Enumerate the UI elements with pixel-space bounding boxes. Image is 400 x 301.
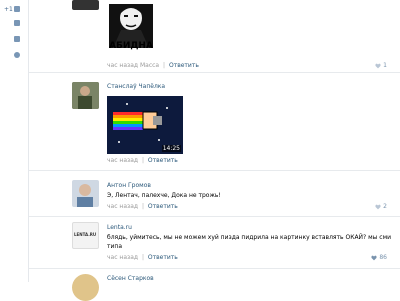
avatar[interactable] [72,180,99,207]
author-name[interactable]: Сёсен Старков [107,275,154,282]
timestamp[interactable]: час назад [107,203,138,210]
video-duration: 14:25 [161,145,181,152]
photo-icon[interactable] [14,20,20,26]
author-name[interactable]: Антон Громов [107,182,151,189]
separator: | [141,157,144,164]
like-button[interactable]: 1 [375,62,387,69]
like-count: 2 [383,203,387,210]
reply-link[interactable]: Ответить [169,62,199,69]
timestamp[interactable]: час назад [107,157,138,164]
comment-text: Э, Лентач, палехче, Дока не трожь! [107,192,221,199]
separator: | [163,62,166,69]
comment-meta: час назад | Ответить [107,203,178,210]
timestamp[interactable]: час назад [107,62,138,69]
message-icon[interactable] [14,36,20,42]
video-attachment[interactable]: 14:25 [107,96,183,154]
avatar-logo-text: LENTA.RU [74,232,97,237]
like-count: 86 [379,254,387,261]
image-attachment[interactable]: АБИДНА [107,0,155,57]
gear-icon[interactable] [14,52,20,58]
list-icon[interactable] [14,6,20,12]
like-count: 1 [383,62,387,69]
comment-item: LENTA.RU Lenta.ru блядь, уймитесь, мы не… [29,218,400,269]
separator: | [141,254,144,261]
notification-badge[interactable]: +1 [4,6,13,13]
avatar[interactable] [72,0,99,10]
like-button[interactable]: 2 [375,203,387,210]
heart-icon [371,255,377,260]
comment-meta: час назад Масса | Ответить [107,62,199,69]
avatar-photo [72,82,99,109]
author-name[interactable]: Lenta.ru [107,224,132,231]
comments-feed: АБИДНА час назад Масса | Ответить 1 Стан… [28,0,400,301]
via-name[interactable]: Масса [140,62,159,69]
reply-link[interactable]: Ответить [148,203,178,210]
comment-meta: час назад | Ответить [107,157,178,164]
comment-item: Сёсен Старков [29,272,400,301]
image-caption: АБИДНА [109,41,153,51]
comment-item: Станслаў Чапёлка час назад | Ответить [29,78,400,171]
reply-link[interactable]: Ответить [148,157,178,164]
comment-item: Антон Громов Э, Лентач, палехче, Дока не… [29,176,400,217]
comment-meta: час назад | Ответить [107,254,178,261]
left-rail: +1 [0,0,28,282]
timestamp[interactable]: час назад [107,254,138,261]
avatar[interactable] [72,274,99,301]
like-button[interactable]: 86 [371,254,387,261]
heart-icon [375,204,381,209]
comment-item: АБИДНА час назад Масса | Ответить 1 [29,0,400,73]
avatar-photo [72,180,99,207]
heart-icon [375,63,381,68]
author-name[interactable]: Станслаў Чапёлка [107,83,165,90]
avatar[interactable] [72,82,99,109]
comment-text: блядь, уймитесь, мы не можем хуй пизда п… [107,234,392,250]
reply-link[interactable]: Ответить [148,254,178,261]
avatar[interactable]: LENTA.RU [72,222,99,249]
separator: | [141,203,144,210]
